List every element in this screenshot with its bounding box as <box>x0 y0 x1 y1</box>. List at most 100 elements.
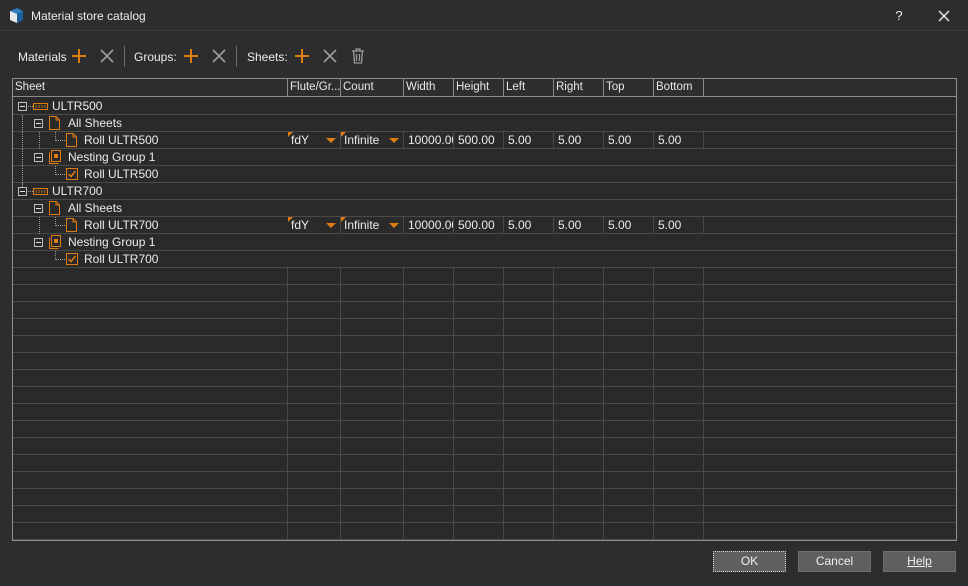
empty-cell[interactable] <box>604 421 654 438</box>
empty-cell[interactable] <box>504 523 554 540</box>
empty-row[interactable] <box>13 268 956 285</box>
empty-cell[interactable] <box>454 489 504 506</box>
empty-cell[interactable] <box>404 455 454 472</box>
empty-cell[interactable] <box>454 455 504 472</box>
tree-row-material[interactable]: ULTR700 <box>13 183 956 200</box>
empty-row[interactable] <box>13 506 956 523</box>
empty-cell[interactable] <box>288 489 341 506</box>
tree-row-all-sheets[interactable]: All Sheets <box>13 200 956 217</box>
empty-cell[interactable] <box>341 319 404 336</box>
empty-cell[interactable] <box>504 387 554 404</box>
empty-cell[interactable] <box>654 302 704 319</box>
empty-cell[interactable] <box>554 438 604 455</box>
cancel-button[interactable]: Cancel <box>798 551 871 572</box>
empty-cell[interactable] <box>454 438 504 455</box>
flute-dropdown[interactable]: fdY <box>288 132 341 149</box>
bottom-cell[interactable]: 5.00 <box>654 132 704 149</box>
right-cell[interactable]: 5.00 <box>554 132 604 149</box>
empty-cell[interactable] <box>404 387 454 404</box>
empty-cell[interactable] <box>404 268 454 285</box>
empty-cell[interactable] <box>404 302 454 319</box>
checkbox-checked-icon[interactable] <box>66 168 78 180</box>
help-button[interactable]: Help <box>883 551 956 572</box>
empty-cell[interactable] <box>604 336 654 353</box>
empty-cell[interactable] <box>13 489 288 506</box>
empty-cell[interactable] <box>504 336 554 353</box>
empty-cell[interactable] <box>504 319 554 336</box>
empty-cell[interactable] <box>654 268 704 285</box>
tree-row-group[interactable]: Nesting Group 1 <box>13 149 956 166</box>
add-group-button[interactable] <box>181 46 201 66</box>
empty-cell[interactable] <box>288 302 341 319</box>
empty-cell[interactable] <box>13 268 288 285</box>
empty-cell[interactable] <box>504 285 554 302</box>
empty-cell[interactable] <box>13 472 288 489</box>
column-header-left[interactable]: Left <box>504 79 554 97</box>
empty-cell[interactable] <box>288 455 341 472</box>
empty-cell[interactable] <box>404 353 454 370</box>
empty-cell[interactable] <box>504 404 554 421</box>
top-cell[interactable]: 5.00 <box>604 132 654 149</box>
empty-cell[interactable] <box>654 421 704 438</box>
empty-cell[interactable] <box>604 268 654 285</box>
empty-row[interactable] <box>13 319 956 336</box>
column-header-count[interactable]: Count <box>341 79 404 97</box>
empty-cell[interactable] <box>341 370 404 387</box>
empty-cell[interactable] <box>454 302 504 319</box>
empty-cell[interactable] <box>341 438 404 455</box>
collapse-toggle[interactable] <box>34 119 43 128</box>
empty-row[interactable] <box>13 387 956 404</box>
empty-cell[interactable] <box>604 353 654 370</box>
close-button[interactable] <box>925 4 963 28</box>
empty-cell[interactable] <box>341 506 404 523</box>
empty-cell[interactable] <box>654 319 704 336</box>
tree-row-material[interactable]: ULTR500 <box>13 98 956 115</box>
count-dropdown[interactable]: Infinite <box>341 132 404 149</box>
empty-cell[interactable] <box>13 285 288 302</box>
width-cell[interactable]: 10000.00 <box>404 217 454 234</box>
empty-cell[interactable] <box>341 268 404 285</box>
empty-cell[interactable] <box>404 336 454 353</box>
empty-cell[interactable] <box>13 438 288 455</box>
empty-cell[interactable] <box>404 506 454 523</box>
empty-cell[interactable] <box>341 472 404 489</box>
empty-cell[interactable] <box>288 472 341 489</box>
empty-cell[interactable] <box>504 302 554 319</box>
empty-cell[interactable] <box>404 404 454 421</box>
sheet-grid[interactable]: Sheet Flute/Gr... Count Width Height Lef… <box>12 78 957 541</box>
empty-cell[interactable] <box>654 489 704 506</box>
empty-cell[interactable] <box>504 268 554 285</box>
remove-material-button[interactable] <box>97 46 117 66</box>
checkbox-checked-icon[interactable] <box>66 253 78 265</box>
empty-row[interactable] <box>13 302 956 319</box>
empty-cell[interactable] <box>404 438 454 455</box>
left-cell[interactable]: 5.00 <box>504 217 554 234</box>
empty-cell[interactable] <box>13 336 288 353</box>
empty-cell[interactable] <box>288 421 341 438</box>
delete-sheet-button[interactable] <box>348 46 368 66</box>
empty-cell[interactable] <box>504 506 554 523</box>
empty-cell[interactable] <box>654 285 704 302</box>
empty-cell[interactable] <box>554 421 604 438</box>
empty-cell[interactable] <box>604 404 654 421</box>
empty-cell[interactable] <box>654 353 704 370</box>
empty-cell[interactable] <box>341 336 404 353</box>
empty-cell[interactable] <box>341 285 404 302</box>
empty-cell[interactable] <box>288 506 341 523</box>
empty-cell[interactable] <box>654 455 704 472</box>
empty-cell[interactable] <box>454 506 504 523</box>
empty-cell[interactable] <box>13 404 288 421</box>
empty-cell[interactable] <box>288 404 341 421</box>
empty-cell[interactable] <box>288 336 341 353</box>
empty-cell[interactable] <box>504 421 554 438</box>
width-cell[interactable]: 10000.00 <box>404 132 454 149</box>
empty-cell[interactable] <box>454 523 504 540</box>
empty-cell[interactable] <box>554 336 604 353</box>
column-header-bottom[interactable]: Bottom <box>654 79 704 97</box>
empty-cell[interactable] <box>654 387 704 404</box>
count-dropdown[interactable]: Infinite <box>341 217 404 234</box>
empty-cell[interactable] <box>341 404 404 421</box>
empty-cell[interactable] <box>604 285 654 302</box>
empty-cell[interactable] <box>504 489 554 506</box>
column-header-flute[interactable]: Flute/Gr... <box>288 79 341 97</box>
